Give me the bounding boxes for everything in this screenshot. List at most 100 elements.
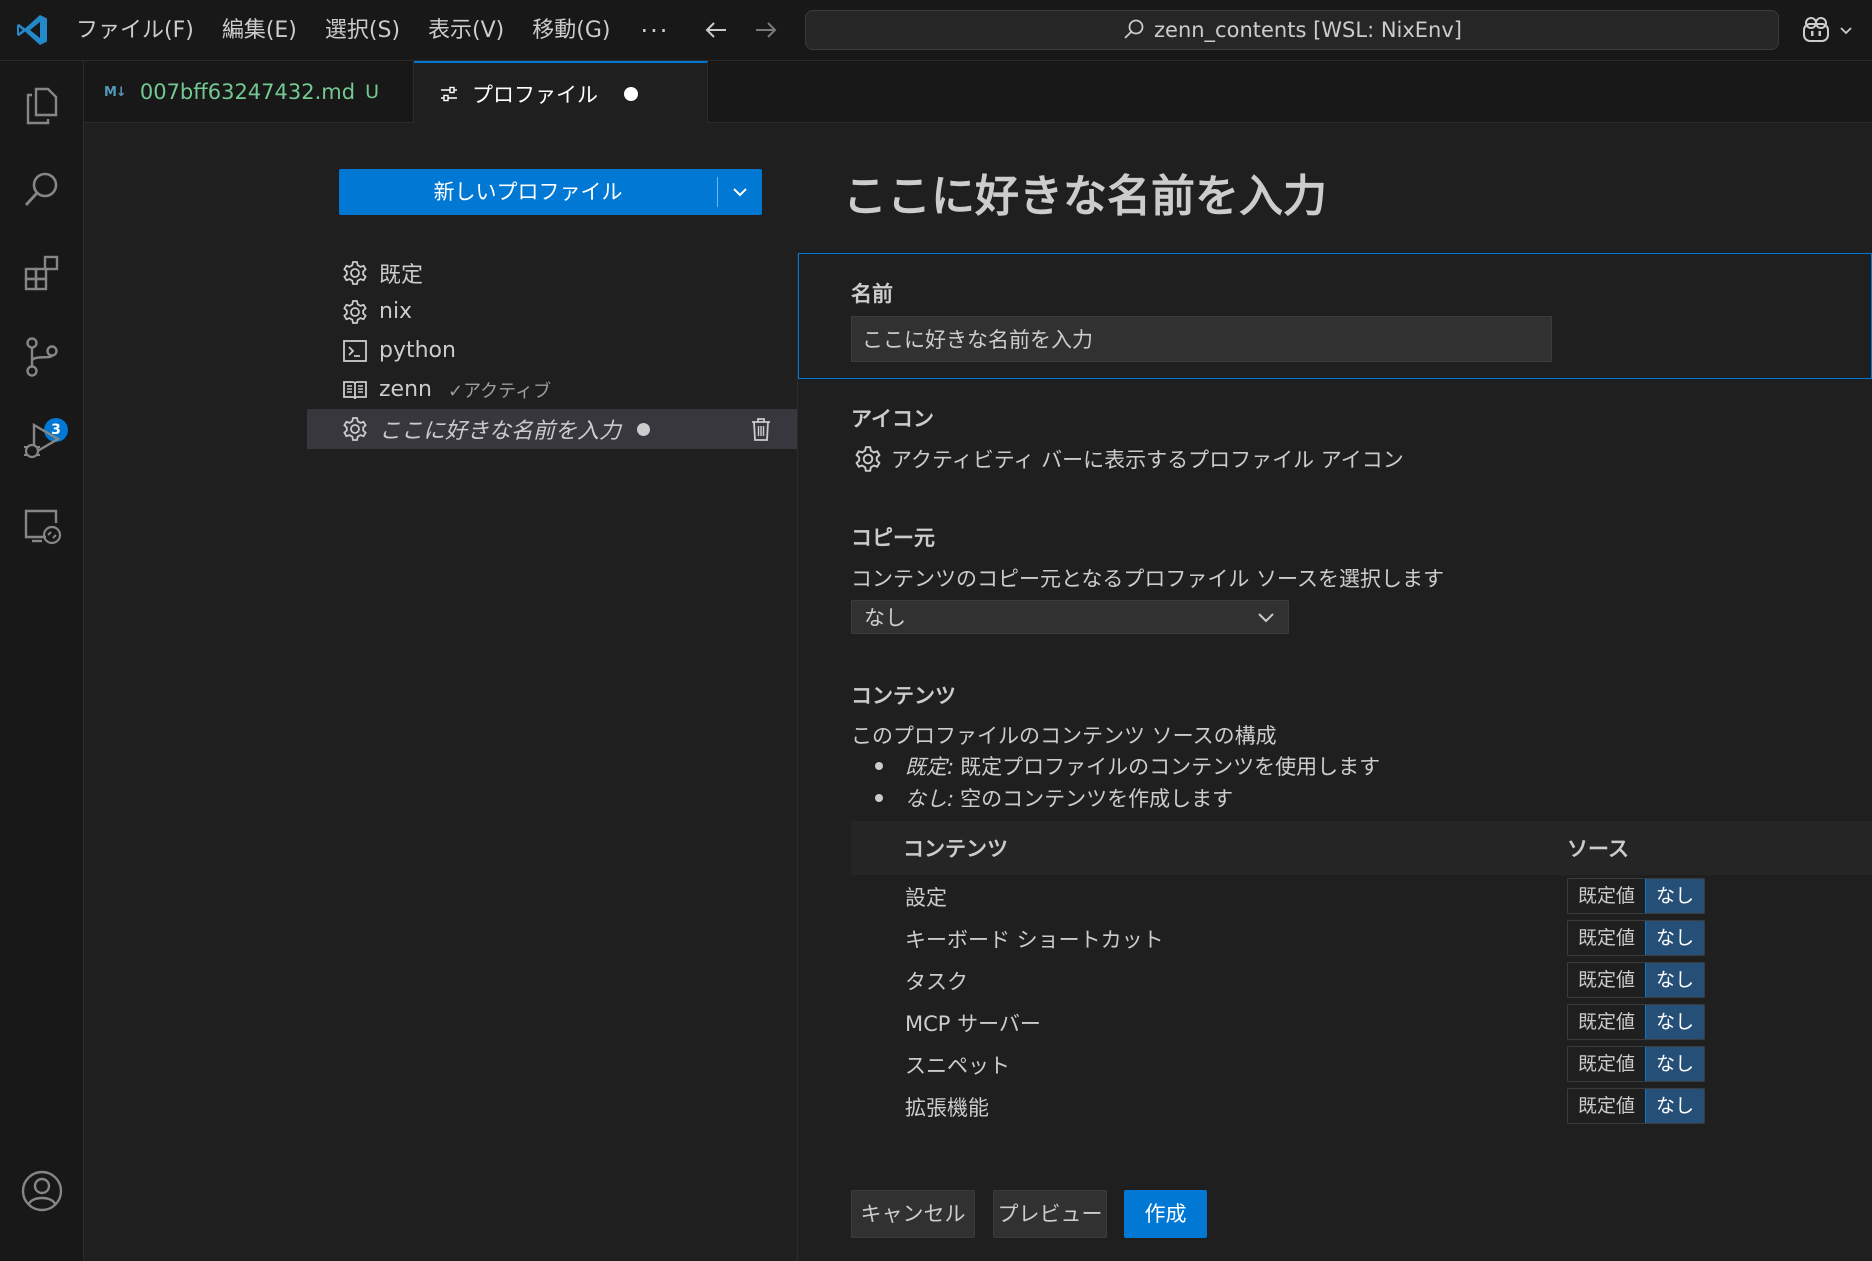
create-button[interactable]: 作成	[1124, 1190, 1207, 1238]
table-row: MCP サーバー 既定値 なし	[851, 1001, 1872, 1043]
vscode-logo-icon	[17, 15, 47, 45]
bullet-default: 既定: 既定プロファイルのコンテンツを使用します	[875, 750, 1380, 782]
back-arrow-icon[interactable]	[700, 14, 732, 46]
accounts-icon[interactable]	[18, 1167, 66, 1215]
copy-from-select[interactable]: なし	[851, 600, 1289, 634]
option-none-button[interactable]: なし	[1645, 963, 1705, 997]
terminal-icon	[343, 339, 367, 362]
column-header-contents: コンテンツ	[903, 837, 1008, 861]
option-default-button[interactable]: 既定値	[1568, 879, 1645, 913]
menu-go[interactable]: 移動(G)	[518, 11, 624, 51]
bullet-text: 空のコンテンツを作成します	[960, 787, 1234, 811]
table-row: 設定 既定値 なし	[851, 875, 1872, 917]
option-default-button[interactable]: 既定値	[1568, 1089, 1645, 1123]
gear-icon	[343, 299, 367, 324]
table-row: タスク 既定値 なし	[851, 959, 1872, 1001]
run-debug-icon[interactable]	[18, 417, 66, 465]
page-title: ここに好きな名前を入力	[843, 171, 1327, 222]
remote-explorer-icon[interactable]	[18, 501, 66, 549]
profile-label: nix	[379, 299, 413, 324]
copy-from-label: コピー元	[851, 526, 935, 550]
chevron-down-icon	[733, 188, 747, 197]
profile-label: ここに好きな名前を入力	[379, 419, 622, 444]
option-default-button[interactable]: 既定値	[1568, 1047, 1645, 1081]
copy-from-description: コンテンツのコピー元となるプロファイル ソースを選択します	[851, 567, 1444, 591]
source-toggle: 既定値 なし	[1567, 1004, 1706, 1040]
gear-icon	[343, 417, 367, 441]
profile-item-nix[interactable]: nix	[307, 292, 797, 331]
bullet-term: なし:	[905, 787, 955, 811]
icon-description: アクティビティ バーに表示するプロファイル アイコン	[891, 448, 1404, 472]
search-icon[interactable]	[18, 165, 66, 213]
preview-button[interactable]: プレビュー	[993, 1190, 1107, 1238]
profile-label: zenn	[379, 377, 432, 402]
menu-selection[interactable]: 選択(S)	[311, 11, 414, 51]
content-name: キーボード ショートカット	[905, 928, 1164, 952]
profile-item-default[interactable]: 既定	[307, 253, 797, 292]
cancel-button[interactable]: キャンセル	[851, 1190, 975, 1238]
option-default-button[interactable]: 既定値	[1568, 921, 1645, 955]
contents-bullets: 既定: 既定プロファイルのコンテンツを使用します なし: 空のコンテンツを作成します	[875, 750, 1380, 814]
profile-label: python	[379, 338, 456, 363]
icon-label: アイコン	[851, 407, 934, 431]
new-profile-button-group: 新しいプロファイル	[339, 169, 762, 215]
option-default-button[interactable]: 既定値	[1568, 963, 1645, 997]
option-default-button[interactable]: 既定値	[1568, 1005, 1645, 1039]
copilot-icon	[1803, 17, 1829, 42]
new-profile-dropdown[interactable]	[718, 169, 762, 215]
bullet-term: 既定:	[905, 755, 955, 779]
menu-edit[interactable]: 編集(E)	[208, 11, 311, 51]
name-section: 名前	[798, 253, 1872, 379]
source-toggle: 既定値 なし	[1567, 878, 1706, 914]
name-label: 名前	[851, 282, 893, 306]
content-name: 設定	[905, 886, 947, 910]
option-none-button[interactable]: なし	[1645, 1005, 1705, 1039]
command-center-text: zenn_contents [WSL: NixEnv]	[1154, 18, 1462, 42]
search-icon	[1124, 19, 1144, 39]
contents-label: コンテンツ	[851, 684, 956, 708]
extensions-icon[interactable]	[18, 249, 66, 297]
table-row: スニペット 既定値 なし	[851, 1043, 1872, 1085]
trash-icon[interactable]	[747, 415, 775, 443]
tab-label: 007bff63247432.md	[139, 80, 356, 104]
option-none-button[interactable]: なし	[1645, 1089, 1705, 1123]
forward-arrow-icon[interactable]	[750, 14, 782, 46]
content-name: スニペット	[905, 1054, 1010, 1078]
explorer-icon[interactable]	[18, 81, 66, 129]
book-icon	[343, 380, 367, 399]
tab-profiles[interactable]: プロファイル	[414, 61, 708, 124]
profile-item-zenn[interactable]: zenn ✓アクティブ	[307, 370, 797, 409]
option-none-button[interactable]: なし	[1645, 1047, 1705, 1081]
activity-bar: 3	[0, 61, 84, 1261]
content-name: MCP サーバー	[905, 1012, 1041, 1036]
editor-tab-bar: M↓ 007bff63247432.md U プロファイル	[84, 61, 1872, 124]
markdown-icon: M↓	[104, 84, 127, 100]
menu-view[interactable]: 表示(V)	[414, 11, 518, 51]
navigation-controls	[700, 14, 782, 46]
title-bar: ファイル(F) 編集(E) 選択(S) 表示(V) 移動(G) ··· zenn…	[0, 0, 1872, 61]
tab-markdown-file[interactable]: M↓ 007bff63247432.md U	[84, 61, 414, 123]
settings-sliders-icon	[441, 86, 457, 101]
icon-selector[interactable]: アクティビティ バーに表示するプロファイル アイコン	[853, 444, 1404, 474]
profile-item-python[interactable]: python	[307, 331, 797, 370]
menu-bar: ファイル(F) 編集(E) 選択(S) 表示(V) 移動(G) ···	[62, 0, 685, 61]
bullet-text: 既定プロファイルのコンテンツを使用します	[960, 755, 1381, 779]
command-center[interactable]: zenn_contents [WSL: NixEnv]	[805, 10, 1779, 50]
contents-table: コンテンツ ソース 設定 既定値 なし キーボード ショートカット 既定値 なし…	[851, 821, 1872, 1127]
unsaved-dot-icon[interactable]	[624, 86, 638, 101]
new-profile-button[interactable]: 新しいプロファイル	[339, 169, 717, 215]
active-indicator: ✓アクティブ	[447, 380, 552, 402]
copilot-menu[interactable]	[1800, 14, 1854, 46]
menu-more[interactable]: ···	[624, 11, 685, 51]
source-control-icon[interactable]	[18, 333, 66, 381]
option-none-button[interactable]: なし	[1645, 879, 1705, 913]
content-name: 拡張機能	[905, 1096, 989, 1120]
bullet-none: なし: 空のコンテンツを作成します	[875, 782, 1380, 814]
chevron-down-icon	[1840, 27, 1852, 35]
table-header: コンテンツ ソース	[851, 821, 1872, 875]
profile-item-new[interactable]: ここに好きな名前を入力	[307, 409, 797, 449]
menu-file[interactable]: ファイル(F)	[62, 11, 208, 51]
table-row: キーボード ショートカット 既定値 なし	[851, 917, 1872, 959]
option-none-button[interactable]: なし	[1645, 921, 1705, 955]
name-input[interactable]	[851, 316, 1552, 362]
